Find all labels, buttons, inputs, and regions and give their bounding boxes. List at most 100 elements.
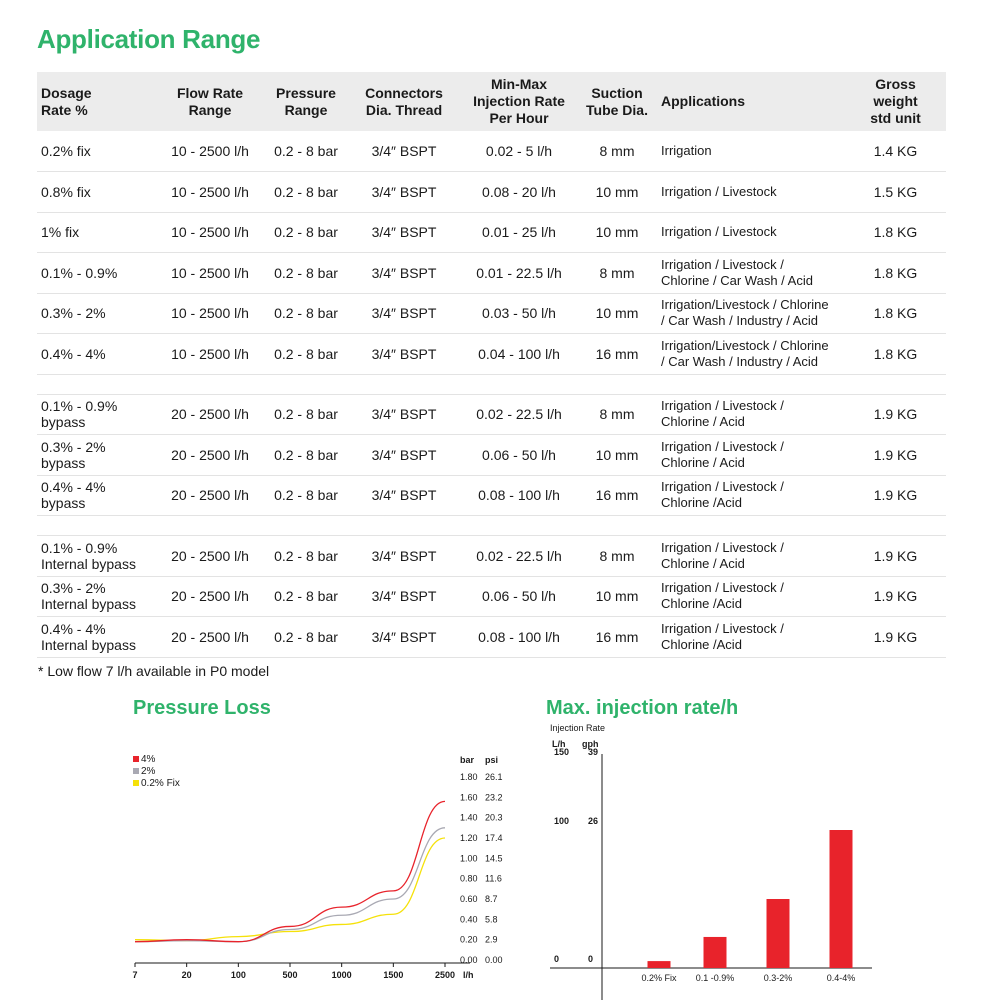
cell-weight: 1.4 KG <box>845 131 946 172</box>
header-pressure: Pressure Range <box>265 72 347 131</box>
header-line: Connectors <box>365 84 443 101</box>
y-tick-psi: 23.2 <box>485 792 503 802</box>
max-injection-chart: Injection RateL/h gph0 0100 26150 390.2% Fix… <box>550 723 872 1000</box>
header-line: Per Hour <box>489 110 549 126</box>
cell-connectors: 3/4″ BSPT <box>347 171 461 213</box>
table-header-row: Dosage Rate % Flow Rate Range Pressure Rang… <box>37 72 946 131</box>
cell-pressure: 0.2 - 8 bar <box>265 616 347 658</box>
cell-weight: 1.9 KG <box>845 535 946 577</box>
cell-injection: 0.03 - 50 l/h <box>461 293 577 334</box>
cell-line: Chlorine /Acid <box>661 596 742 612</box>
y-tick-gph: 26 <box>588 816 598 826</box>
cell-line: Irrigation / Livestock / <box>661 580 784 596</box>
cell-line: Irrigation / Livestock / <box>661 620 784 636</box>
header-line: Rate % <box>41 101 88 118</box>
y-header-psi: psi <box>485 755 498 765</box>
x-tick-label: 1000 <box>332 970 352 980</box>
cell-applications: Irrigation/Livestock / Chlorine / Car Was… <box>657 333 845 375</box>
cell-tube: 10 mm <box>577 171 657 213</box>
legend-swatch <box>133 780 139 786</box>
table-row: 0.2% fix 10 - 2500 l/h 0.2 - 8 bar 3/4″ BSP… <box>37 131 946 172</box>
cell-pressure: 0.2 - 8 bar <box>265 434 347 476</box>
cell-line: 0.1% - 0.9% <box>41 398 118 415</box>
y-tick-bar: 0.20 <box>460 935 478 945</box>
cell-pressure: 0.2 - 8 bar <box>265 293 347 334</box>
y-tick-bar: 1.40 <box>460 813 478 823</box>
cell-injection: 0.01 - 25 l/h <box>461 212 577 253</box>
table-row: 1% fix 10 - 2500 l/h 0.2 - 8 bar 3/4″ BSPT 0… <box>37 212 946 253</box>
y-tick-gph: 39 <box>588 747 598 757</box>
cell-tube: 10 mm <box>577 434 657 476</box>
cell-weight: 1.8 KG <box>845 293 946 334</box>
cell-applications: Irrigation / Livestock / Chlorine / Acid <box>657 535 845 577</box>
table-body: 0.2% fix 10 - 2500 l/h 0.2 - 8 bar 3/4″ BSP… <box>37 131 946 658</box>
header-injection-rate: Min-Max Injection Rate Per Hour <box>461 72 577 131</box>
cell-tube: 10 mm <box>577 576 657 617</box>
cell-line: Internal bypass <box>41 636 136 653</box>
y-tick-bar: 1.00 <box>460 853 478 863</box>
cell-line: Irrigation/Livestock / Chlorine <box>661 297 829 313</box>
bar <box>766 899 790 968</box>
y-tick-bar: 1.80 <box>460 772 478 782</box>
cell-dosage: 0.4% - 4% bypass <box>37 475 155 516</box>
header-line: Range <box>188 101 232 118</box>
cell-connectors: 3/4″ BSPT <box>347 293 461 334</box>
cell-pressure: 0.2 - 8 bar <box>265 333 347 375</box>
y-tick-psi: 11.6 <box>485 874 502 884</box>
y-axis-title: Injection Rate <box>550 723 605 733</box>
header-weight: Gross weight std unit <box>845 72 946 131</box>
table-group-spacer <box>37 374 946 395</box>
cell-line: 0.2% fix <box>41 143 91 159</box>
table-group-spacer <box>37 515 946 536</box>
cell-flow: 10 - 2500 l/h <box>155 212 265 253</box>
cell-weight: 1.8 KG <box>845 212 946 253</box>
legend-label: 4% <box>141 754 156 765</box>
cell-injection: 0.01 - 22.5 l/h <box>461 252 577 294</box>
cell-line: Irrigation / Livestock <box>661 224 777 240</box>
cell-line: Chlorine /Acid <box>661 495 742 511</box>
cell-line: 0.1% - 0.9% <box>41 264 118 281</box>
cell-dosage: 0.4% - 4% Internal bypass <box>37 616 155 658</box>
cell-line: 0.4% - 4% <box>41 345 106 362</box>
legend-swatch <box>133 768 139 774</box>
cell-line: / Car Wash / Industry / Acid <box>661 353 819 369</box>
cell-applications: Irrigation / Livestock <box>657 171 845 213</box>
pressure-loss-title: Pressure Loss <box>133 697 271 719</box>
cell-line: 0.4% - 4% <box>41 620 106 637</box>
cell-connectors: 3/4″ BSPT <box>347 434 461 476</box>
cell-tube: 8 mm <box>577 131 657 172</box>
header-line: Range <box>284 101 328 118</box>
x-tick-label: 500 <box>282 970 297 980</box>
table-row: 0.1% - 0.9% 10 - 2500 l/h 0.2 - 8 bar 3/4″ … <box>37 252 946 294</box>
cell-connectors: 3/4″ BSPT <box>347 475 461 516</box>
legend-label: 2% <box>141 766 156 777</box>
y-tick-lh: 100 <box>554 816 569 826</box>
cell-flow: 10 - 2500 l/h <box>155 131 265 172</box>
cell-dosage: 1% fix <box>37 212 155 253</box>
x-unit-label: l/h <box>463 970 474 980</box>
cell-flow: 20 - 2500 l/h <box>155 394 265 435</box>
cell-applications: Irrigation / Livestock <box>657 212 845 253</box>
cell-applications: Irrigation / Livestock / Chlorine / Car W… <box>657 252 845 294</box>
header-line: Dosage <box>41 84 92 101</box>
cell-tube: 8 mm <box>577 252 657 294</box>
y-tick-bar: 0.40 <box>460 914 478 924</box>
cell-connectors: 3/4″ BSPT <box>347 616 461 658</box>
cell-pressure: 0.2 - 8 bar <box>265 131 347 172</box>
cell-line: 0.3% - 2% <box>41 580 106 597</box>
header-line: Flow Rate <box>176 84 244 101</box>
cell-dosage: 0.1% - 0.9% <box>37 252 155 294</box>
x-tick-label: 100 <box>231 970 246 980</box>
cell-dosage: 0.3% - 2% bypass <box>37 434 155 476</box>
y-tick-bar: 0.80 <box>460 874 478 884</box>
header-suction-tube: Suction Tube Dia. <box>577 72 657 131</box>
cell-flow: 10 - 2500 l/h <box>155 293 265 334</box>
cell-line: Irrigation / Livestock / <box>661 398 784 414</box>
cell-weight: 1.5 KG <box>845 171 946 213</box>
cell-injection: 0.08 - 100 l/h <box>461 475 577 516</box>
cell-weight: 1.9 KG <box>845 616 946 658</box>
cell-flow: 20 - 2500 l/h <box>155 616 265 658</box>
cell-flow: 20 - 2500 l/h <box>155 576 265 617</box>
cell-pressure: 0.2 - 8 bar <box>265 252 347 294</box>
y-tick-psi: 20.3 <box>485 813 503 823</box>
